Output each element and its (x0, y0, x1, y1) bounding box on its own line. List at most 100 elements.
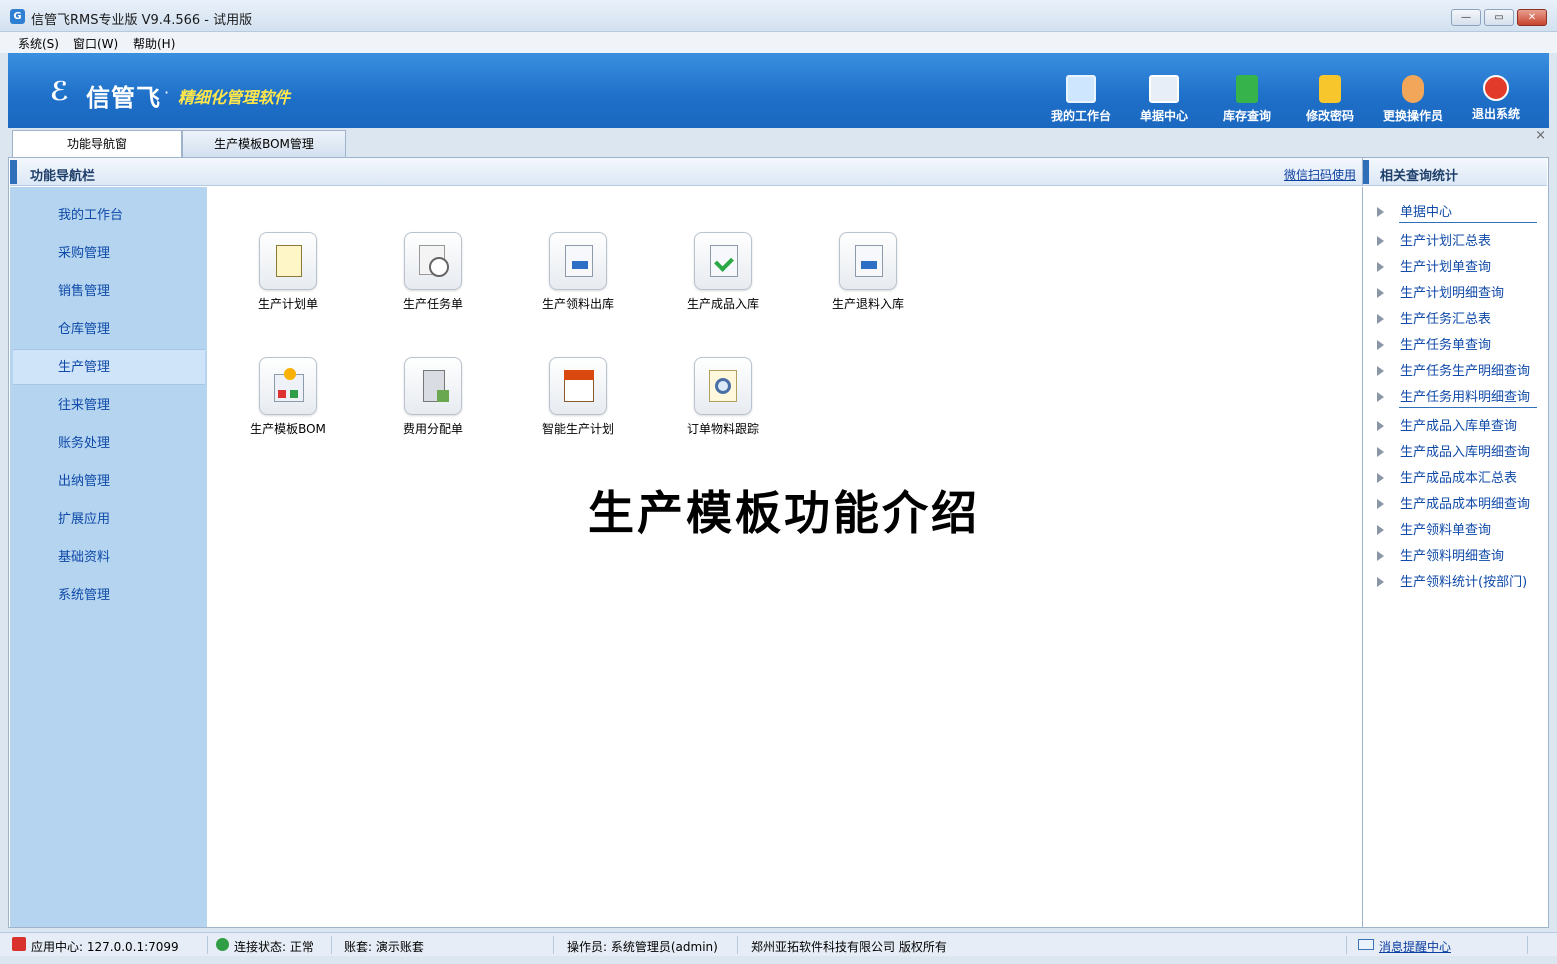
brand-name: 信管飞 (86, 84, 161, 112)
related-link[interactable]: 生产任务生产明细查询 (1377, 360, 1530, 379)
triangle-right-icon (1377, 236, 1384, 246)
link-divider (1399, 407, 1537, 408)
related-link[interactable]: 生产成品入库单查询 (1377, 415, 1517, 434)
monitor-icon (1066, 75, 1096, 103)
minimize-button[interactable]: — (1451, 9, 1481, 26)
triangle-right-icon (1377, 207, 1384, 217)
nav-panel-header: 功能导航栏 微信扫码使用 (10, 158, 1362, 186)
bom-template-icon (259, 357, 317, 415)
related-link[interactable]: 生产成品成本汇总表 (1377, 467, 1517, 486)
menu-system[interactable]: 系统(S) (18, 35, 59, 52)
triangle-right-icon (1377, 551, 1384, 561)
related-link[interactable]: 生产计划明细查询 (1377, 282, 1504, 301)
brand-separator: · (164, 83, 170, 102)
function-smart-production-plan[interactable]: 智能生产计划 (518, 357, 638, 437)
function-panel: 生产计划单 生产任务单 生产领料出库 生产成品入库 生产退料入库 生产模板BOM… (208, 187, 1360, 927)
sidebar-item-cashier[interactable]: 出纳管理 (10, 464, 207, 500)
triangle-right-icon (1377, 340, 1384, 350)
related-link[interactable]: 生产任务汇总表 (1377, 308, 1491, 327)
menu-bar: 系统(S) 窗口(W) 帮助(H) (0, 32, 1557, 53)
function-expense-allocation[interactable]: 费用分配单 (373, 357, 493, 437)
sidebar-item-purchase[interactable]: 采购管理 (10, 236, 207, 272)
maximize-button[interactable]: ▭ (1484, 9, 1514, 26)
sidebar: 我的工作台 采购管理 销售管理 仓库管理 生产管理 往来管理 账务处理 出纳管理… (10, 187, 207, 927)
link-divider (1399, 222, 1537, 223)
triangle-right-icon (1377, 447, 1384, 457)
sidebar-item-accounts[interactable]: 往来管理 (10, 388, 207, 424)
close-window-button[interactable]: ✕ (1517, 9, 1547, 26)
title-bar: G 信管飞RMS专业版 V9.4.566 - 试用版 — ▭ ✕ (0, 0, 1557, 32)
related-link[interactable]: 生产领料统计(按部门) (1377, 571, 1527, 590)
sidebar-item-sales[interactable]: 销售管理 (10, 274, 207, 310)
related-link[interactable]: 生产计划汇总表 (1377, 230, 1491, 249)
related-link[interactable]: 生产成品成本明细查询 (1377, 493, 1530, 512)
wechat-scan-link[interactable]: 微信扫码使用 (1284, 166, 1356, 183)
sidebar-item-bookkeeping[interactable]: 账务处理 (10, 426, 207, 462)
function-production-task[interactable]: 生产任务单 (373, 232, 493, 312)
calendar-icon (549, 357, 607, 415)
menu-help[interactable]: 帮助(H) (133, 35, 175, 52)
triangle-right-icon (1377, 262, 1384, 272)
function-bom-template[interactable]: 生产模板BOM (228, 357, 348, 437)
sidebar-item-my-workbench[interactable]: 我的工作台 (10, 198, 207, 234)
related-link[interactable]: 生产领料明细查询 (1377, 545, 1504, 564)
related-link[interactable]: 生产成品入库明细查询 (1377, 441, 1530, 460)
sidebar-item-production[interactable]: 生产管理 (13, 349, 205, 385)
related-link[interactable]: 生产计划单查询 (1377, 256, 1491, 275)
related-link[interactable]: 生产任务用料明细查询 (1377, 386, 1530, 405)
notepad-icon (259, 232, 317, 290)
magnifier-icon (694, 357, 752, 415)
menu-window[interactable]: 窗口(W) (73, 35, 118, 52)
window-title: 信管飞RMS专业版 V9.4.566 - 试用版 (31, 13, 253, 28)
related-query-title: 相关查询统计 (1380, 169, 1459, 184)
status-divider (331, 936, 332, 954)
inventory-book-icon (1236, 75, 1258, 103)
triangle-right-icon (1377, 499, 1384, 509)
toolbar-exit-system-button[interactable]: 退出系统 (1456, 75, 1536, 122)
function-material-return[interactable]: 生产退料入库 (808, 232, 928, 312)
related-link[interactable]: 生产领料单查询 (1377, 519, 1491, 538)
window-bottom-edge (0, 956, 1557, 964)
status-divider (1527, 936, 1528, 954)
function-material-issue[interactable]: 生产领料出库 (518, 232, 638, 312)
sidebar-item-basic-data[interactable]: 基础资料 (10, 540, 207, 576)
app-center-icon (12, 937, 26, 951)
account-set-status: 账套: 演示账套 (344, 940, 424, 954)
clock-document-icon (404, 232, 462, 290)
related-query-panel: 单据中心 生产计划汇总表 生产计划单查询 生产计划明细查询 生产任务汇总表 生产… (1362, 187, 1547, 927)
toolbar-inventory-query-button[interactable]: 库存查询 (1207, 75, 1287, 124)
triangle-right-icon (1377, 421, 1384, 431)
function-production-plan[interactable]: 生产计划单 (228, 232, 348, 312)
sidebar-item-warehouse[interactable]: 仓库管理 (10, 312, 207, 348)
sidebar-item-extensions[interactable]: 扩展应用 (10, 502, 207, 538)
copyright-text: 郑州亚拓软件科技有限公司 版权所有 (751, 940, 947, 954)
toolbar-document-center-button[interactable]: 单据中心 (1124, 75, 1204, 124)
app-logo-icon: G (10, 9, 25, 24)
arrow-out-document-icon (549, 232, 607, 290)
toolbar-change-password-button[interactable]: 修改密码 (1290, 75, 1370, 124)
sidebar-item-system[interactable]: 系统管理 (10, 578, 207, 614)
document-list-icon (1149, 75, 1179, 103)
return-document-icon (839, 232, 897, 290)
message-center-link[interactable]: 消息提醒中心 (1379, 938, 1451, 955)
related-link[interactable]: 生产任务单查询 (1377, 334, 1491, 353)
triangle-right-icon (1377, 392, 1384, 402)
lock-icon (1319, 75, 1341, 103)
app-center-status: 应用中心: 127.0.0.1:7099 (31, 940, 179, 954)
tab-bom-management[interactable]: 生产模板BOM管理 (182, 130, 346, 158)
toolbar-my-workbench-button[interactable]: 我的工作台 (1041, 75, 1121, 124)
connected-check-icon (216, 938, 229, 951)
function-finished-goods-receipt[interactable]: 生产成品入库 (663, 232, 783, 312)
triangle-right-icon (1377, 525, 1384, 535)
toolbar-switch-operator-button[interactable]: 更换操作员 (1373, 75, 1453, 124)
related-query-header: 相关查询统计 (1362, 158, 1547, 186)
function-order-material-tracking[interactable]: 订单物料跟踪 (663, 357, 783, 437)
status-divider (553, 936, 554, 954)
header-accent-bar (1363, 160, 1369, 184)
close-tab-icon[interactable]: × (1535, 128, 1546, 143)
related-link[interactable]: 单据中心 (1377, 201, 1452, 220)
check-document-icon (694, 232, 752, 290)
brand-slogan: 精细化管理软件 (178, 88, 291, 107)
triangle-right-icon (1377, 314, 1384, 324)
tab-function-navigation[interactable]: 功能导航窗 (12, 130, 182, 158)
